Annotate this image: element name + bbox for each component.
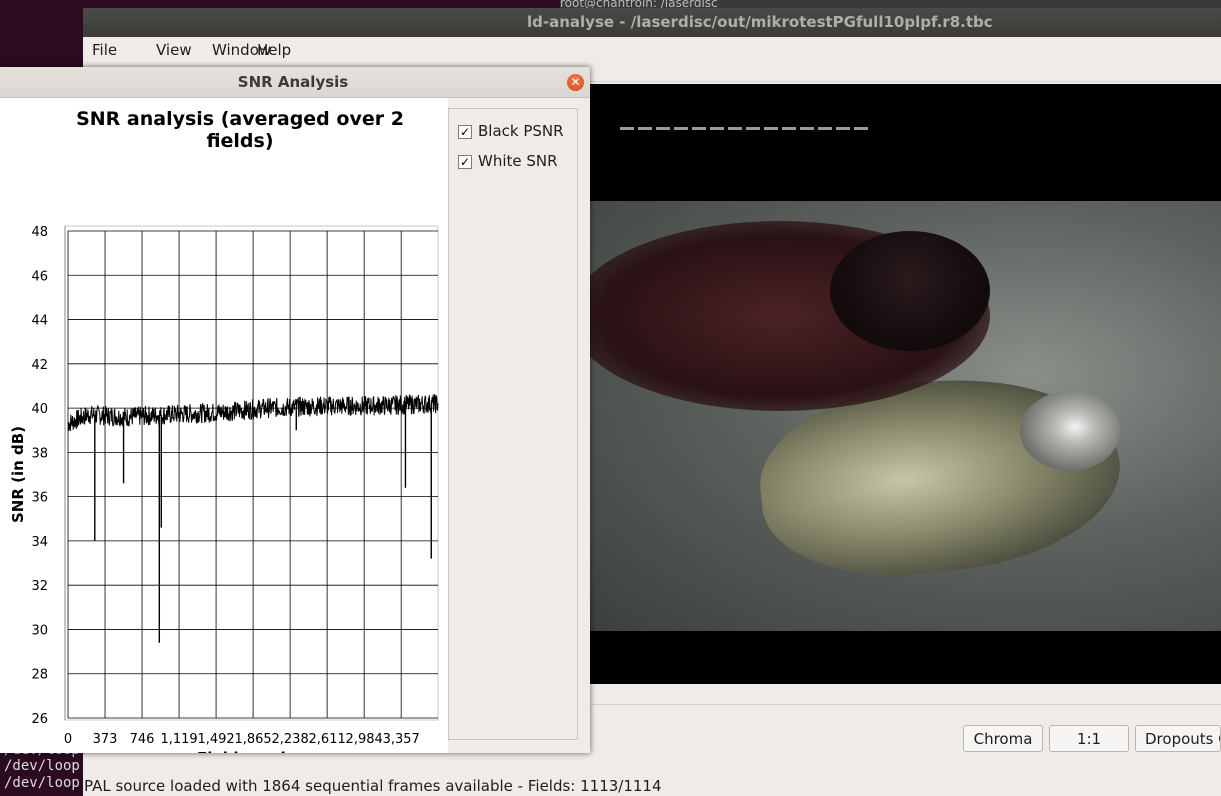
main-titlebar[interactable]: ld-analyse - /laserdisc/out/mikrotestPGf… — [83, 8, 1221, 37]
zoom-button[interactable]: 1:1 — [1049, 725, 1129, 752]
y-tick-label: 30 — [31, 623, 48, 638]
terminal-line: /dev/loop — [4, 758, 80, 774]
y-tick-label: 48 — [31, 225, 48, 240]
legend-panel: ✓ Black PSNR ✓ White SNR — [448, 108, 578, 740]
menu-help[interactable]: Help — [257, 41, 291, 59]
y-axis-label: SNR (in dB) — [9, 426, 27, 523]
y-tick-label: 26 — [31, 712, 48, 727]
close-icon[interactable]: ✕ — [567, 74, 584, 91]
terminal-line: /dev/loop — [4, 775, 80, 791]
y-tick-label: 36 — [31, 491, 48, 506]
plot-frame — [64, 225, 439, 721]
video-frame — [590, 84, 1221, 684]
x-tick-label: 1,119 — [160, 732, 197, 747]
x-axis-label: Field number — [197, 749, 310, 753]
menu-file[interactable]: File — [92, 41, 117, 59]
ant-head-shape — [830, 231, 990, 351]
y-tick-label: 42 — [31, 358, 48, 373]
terminal-title: root@chantroin: /laserdisc — [560, 0, 1221, 8]
y-tick-label: 40 — [31, 402, 48, 417]
droplet-shape — [1020, 391, 1120, 471]
y-tick-label: 38 — [31, 446, 48, 461]
snr-dialog: SNR Analysis ✕ SNR analysis (averaged ov… — [0, 67, 590, 753]
menubar: File View Window Help — [83, 37, 1221, 63]
black-psnr-label: Black PSNR — [478, 122, 564, 140]
x-tick-label: 746 — [130, 732, 155, 747]
x-tick-label: 1,492 — [197, 732, 234, 747]
x-tick-label: 2,611 — [309, 732, 346, 747]
window-title: ld-analyse - /laserdisc/out/mikrotestPGf… — [527, 13, 993, 31]
x-tick-label: 2,238 — [272, 732, 309, 747]
status-text: PAL source loaded with 1864 sequential f… — [84, 777, 662, 795]
y-tick-label: 34 — [31, 535, 48, 550]
snr-dialog-title: SNR Analysis — [237, 73, 349, 91]
chart-canvas: 26 28 30 32 34 36 38 40 42 44 46 48 0 373 746 1,119 1,49… — [9, 225, 439, 753]
x-tick-label: 0 — [64, 732, 72, 747]
x-tick-label: 373 — [93, 732, 118, 747]
white-snr-checkbox[interactable]: ✓ — [458, 155, 472, 169]
chroma-button[interactable]: Chroma — [963, 725, 1043, 752]
dropouts-button[interactable]: Dropouts C — [1135, 725, 1221, 752]
snr-chart: SNR analysis (averaged over 2 fields) 26… — [0, 98, 448, 753]
y-tick-label: 44 — [31, 314, 48, 329]
snr-titlebar[interactable]: SNR Analysis ✕ — [0, 67, 590, 98]
white-snr-label: White SNR — [478, 152, 558, 170]
x-tick-label: 1,865 — [234, 732, 271, 747]
y-tick-label: 28 — [31, 668, 48, 683]
menu-view[interactable]: View — [156, 41, 192, 59]
status-bar: PAL source loaded with 1864 sequential f… — [83, 776, 1221, 796]
y-tick-label: 46 — [31, 269, 48, 284]
x-tick-label: 3,357 — [383, 732, 420, 747]
x-tick-label: 2,984 — [346, 732, 383, 747]
y-tick-label: 32 — [31, 579, 48, 594]
black-psnr-checkbox[interactable]: ✓ — [458, 125, 472, 139]
video-image — [590, 201, 1221, 631]
vbi-data-line — [620, 127, 870, 130]
